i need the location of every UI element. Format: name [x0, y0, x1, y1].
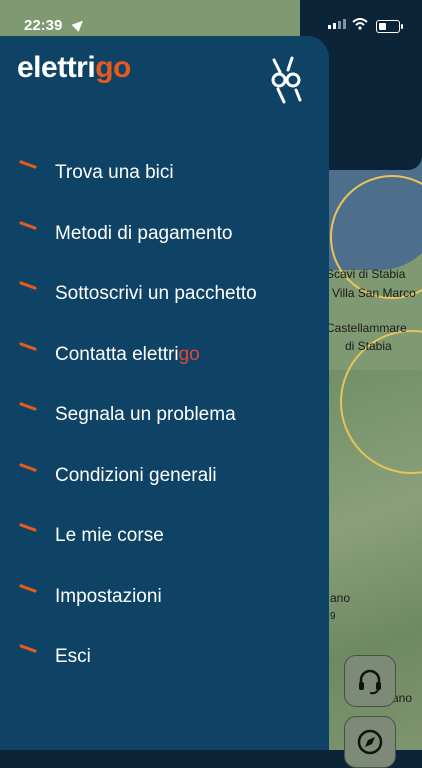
headset-icon	[359, 669, 381, 695]
menu-item-label: Sottoscrivi un pacchetto	[55, 283, 257, 304]
logo-main: elettri	[17, 51, 96, 84]
menu-item-contact[interactable]: Contatta elettrigo	[0, 336, 329, 376]
dash-icon	[19, 160, 37, 169]
dash-icon	[19, 463, 37, 472]
menu-item-label: Le mie corse	[55, 525, 164, 546]
status-bar: 22:39	[0, 0, 422, 36]
menu-item-payment-methods[interactable]: Metodi di pagamento	[0, 215, 329, 255]
compass-button[interactable]	[344, 716, 396, 768]
dash-icon	[19, 402, 37, 411]
menu-item-logout[interactable]: Esci	[0, 638, 329, 678]
map-label: Villa San Marco	[332, 286, 416, 300]
support-button[interactable]	[344, 655, 396, 707]
side-drawer: elettrigo Trova una bici Metodi di pagam…	[0, 36, 329, 750]
menu-item-subscribe-package[interactable]: Sottoscrivi un pacchetto	[0, 275, 329, 315]
menu-item-general-conditions[interactable]: Condizioni generali	[0, 457, 329, 497]
map-label: Scavi di Stabia	[326, 267, 406, 281]
contact-label-accent: go	[178, 344, 200, 365]
menu-item-label: Metodi di pagamento	[55, 223, 233, 244]
menu-item-find-bike[interactable]: Trova una bici	[0, 154, 329, 194]
dash-icon	[19, 644, 37, 653]
map-label: di Stabia	[345, 339, 392, 353]
menu-item-label: Trova una bici	[55, 162, 174, 183]
menu-item-settings[interactable]: Impostazioni	[0, 578, 329, 618]
menu-item-my-rides[interactable]: Le mie corse	[0, 517, 329, 557]
dash-icon	[19, 281, 37, 290]
menu-item-label: Contatta elettrigo	[55, 344, 200, 366]
elettrigo-logo: elettrigo	[17, 51, 131, 85]
logo-accent: go	[95, 51, 131, 84]
map-label: Castellammare	[326, 321, 407, 335]
brand-mark-icon[interactable]	[266, 56, 306, 104]
dash-icon	[19, 584, 37, 593]
dash-icon	[19, 221, 37, 230]
contact-label: Contatta elettri	[55, 344, 179, 365]
dash-icon	[19, 342, 37, 351]
menu-item-report-problem[interactable]: Segnala un problema	[0, 396, 329, 436]
compass-icon	[357, 729, 383, 755]
map-label: ano	[330, 591, 351, 605]
menu-item-label: Esci	[55, 646, 91, 667]
menu-item-label: Condizioni generali	[55, 465, 217, 486]
menu-item-label: Impostazioni	[55, 586, 162, 607]
wifi-icon	[352, 18, 368, 30]
map-label: 9	[330, 611, 336, 622]
signal-icon	[328, 19, 346, 29]
menu-item-label: Segnala un problema	[55, 404, 236, 425]
location-arrow-icon	[71, 17, 87, 32]
dash-icon	[19, 523, 37, 532]
battery-icon	[376, 20, 403, 33]
status-time: 22:39	[24, 17, 63, 34]
